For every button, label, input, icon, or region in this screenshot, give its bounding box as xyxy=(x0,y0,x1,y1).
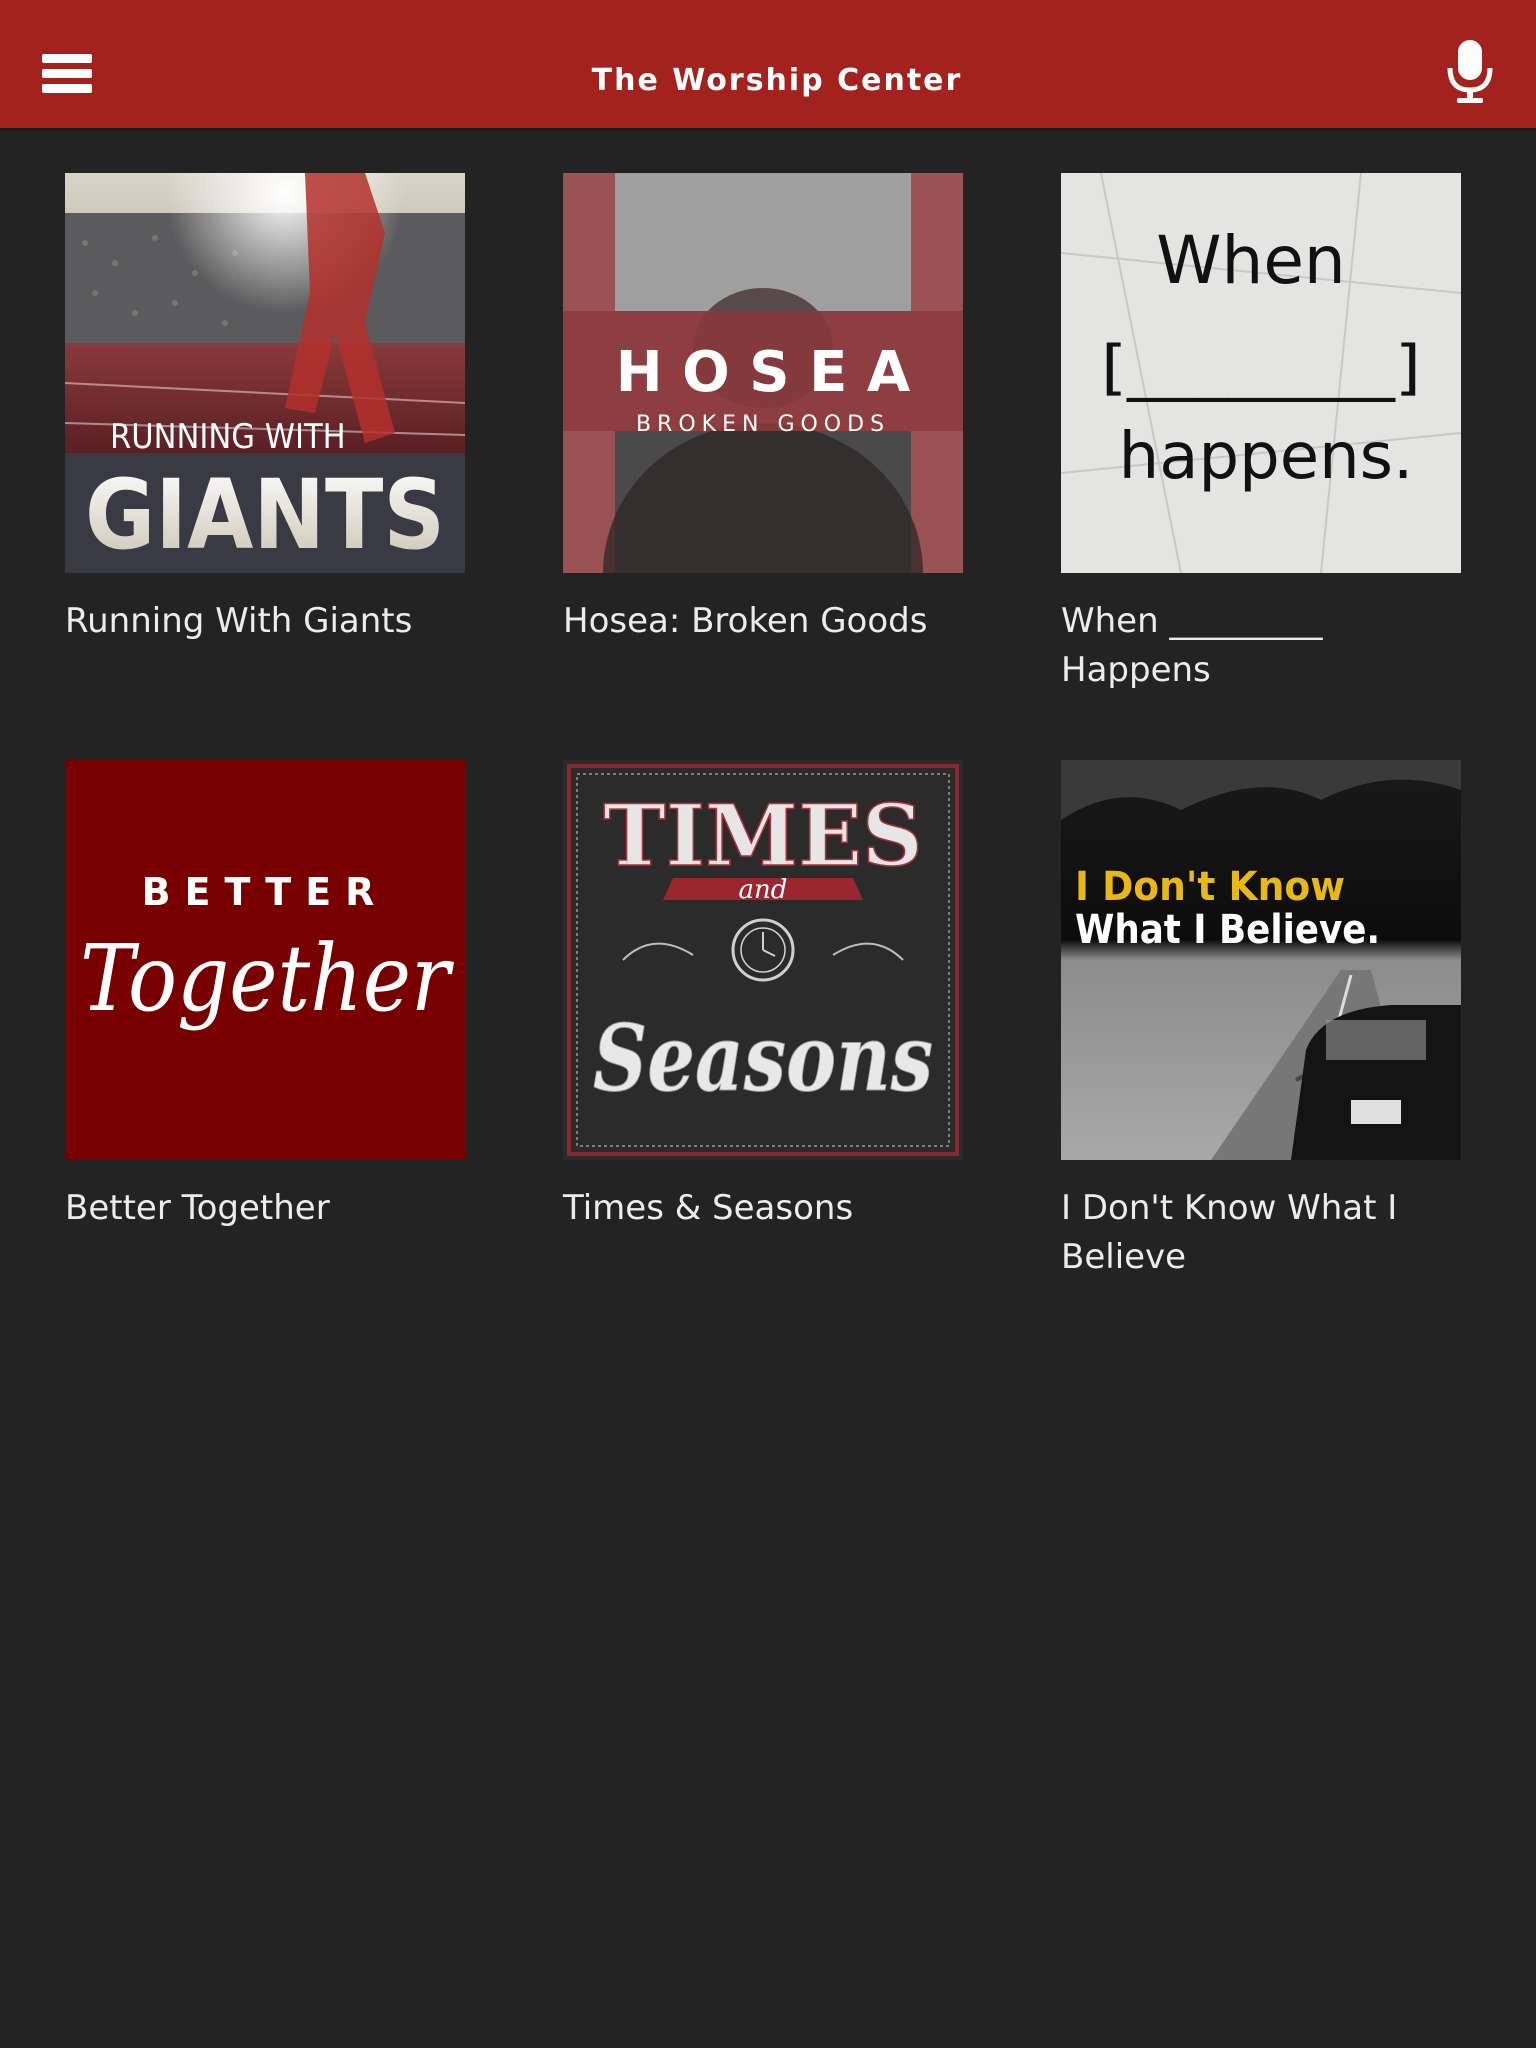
series-artwork: I Don't Know What I Believe. xyxy=(1061,760,1461,1160)
series-artwork: RUNNING WITH GIANTS xyxy=(65,173,465,573)
series-artwork: BETTER Together xyxy=(65,760,465,1160)
art-text: RUNNING WITH xyxy=(110,417,346,457)
series-title: I Don't Know What I Believe xyxy=(1061,1188,1398,1277)
art-text: GIANTS xyxy=(85,459,445,571)
series-card-i-dont-know-what-i-believe[interactable]: I Don't Know What I Believe. I Don't Kno… xyxy=(1061,760,1461,1282)
series-card-when-happens[interactable]: When [________] happens. When _________ … xyxy=(1061,173,1461,695)
art-text: Seasons xyxy=(593,1004,933,1112)
series-title: Better Together xyxy=(65,1188,330,1228)
series-card-running-with-giants[interactable]: RUNNING WITH GIANTS Running With Giants xyxy=(65,173,465,646)
series-title: Times & Seasons xyxy=(563,1188,854,1228)
art-text: BETTER xyxy=(142,870,389,914)
series-card-better-together[interactable]: BETTER Together Better Together xyxy=(65,760,465,1233)
series-card-times-and-seasons[interactable]: TIMES and Seasons Times & Seasons xyxy=(563,760,963,1233)
art-text: H O S E A xyxy=(616,340,911,405)
art-text: [________] xyxy=(1101,333,1421,403)
series-title: When _________ Happens xyxy=(1061,601,1323,690)
art-text: happens. xyxy=(1119,420,1414,494)
art-text: I Don't Know xyxy=(1075,864,1345,910)
art-text: What I Believe. xyxy=(1075,907,1380,953)
art-text: When xyxy=(1156,222,1346,299)
art-text: and xyxy=(739,875,788,905)
series-card-hosea-broken-goods[interactable]: H O S E A BROKEN GOODS Hosea: Broken Goo… xyxy=(563,173,963,646)
art-text: BROKEN GOODS xyxy=(636,412,890,437)
series-artwork: TIMES and Seasons xyxy=(563,760,963,1160)
series-artwork: When [________] happens. xyxy=(1061,173,1461,573)
series-artwork: H O S E A BROKEN GOODS xyxy=(563,173,963,573)
art-text: TIMES xyxy=(603,786,922,885)
series-grid: RUNNING WITH GIANTS Running With Giants … xyxy=(0,0,1536,2048)
series-title: Running With Giants xyxy=(65,601,413,641)
series-title: Hosea: Broken Goods xyxy=(563,601,928,641)
art-text: Together xyxy=(80,925,454,1032)
